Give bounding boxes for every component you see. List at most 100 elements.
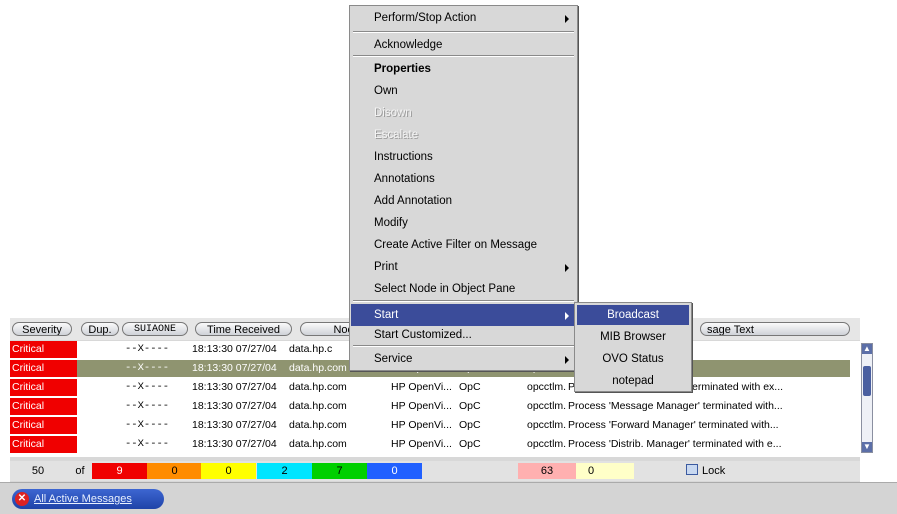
severity-count-2: 0 <box>201 463 256 479</box>
severity-count-0: 9 <box>92 463 147 479</box>
start-submenu: Broadcast MIB Browser OVO Status notepad <box>574 302 692 392</box>
menu-item-annotations[interactable]: Annotations <box>351 168 576 190</box>
application-cell: HP OpenVi... <box>391 400 452 412</box>
object-cell: opcctlm... <box>527 400 567 412</box>
lock-icon <box>686 464 698 475</box>
severity-count-1: 0 <box>147 463 202 479</box>
tab-label: All Active Messages <box>34 493 132 505</box>
message-group-cell: OpC <box>459 400 481 412</box>
severity-cell: Critical <box>10 417 77 434</box>
flags-cell: --X---- <box>125 362 170 374</box>
application-cell: HP OpenVi... <box>391 419 452 431</box>
severity-count-5: 0 <box>367 463 422 479</box>
menu-item-label: Start Customized... <box>374 329 472 341</box>
lock-checkbox[interactable]: Lock <box>686 463 746 479</box>
submenu-arrow-icon <box>565 312 569 320</box>
flags-cell: --X---- <box>125 419 170 431</box>
of-label: of <box>75 465 85 477</box>
menu-item-label: Own <box>374 85 398 97</box>
menu-item-label: Instructions <box>374 151 433 163</box>
message-text-cell: Process 'Distrib. Manager' terminated wi… <box>568 438 782 450</box>
message-text-cell: Process 'Message Manager' terminated wit… <box>568 400 783 412</box>
node-cell: data.hp.com <box>289 438 347 450</box>
menu-item-acknowledge[interactable]: Acknowledge <box>351 34 576 56</box>
time-received-cell: 18:13:30 07/27/04 <box>192 343 277 355</box>
vertical-scrollbar[interactable]: ▲ ▼ <box>861 343 873 453</box>
menu-item-label: Properties <box>374 63 431 75</box>
menu-item-modify[interactable]: Modify <box>351 212 576 234</box>
total-count: 50 <box>31 465 45 477</box>
flags-cell: --X---- <box>125 400 170 412</box>
message-group-cell: OpC <box>459 419 481 431</box>
menu-item-perform-stop-action[interactable]: Perform/Stop Action <box>351 7 576 29</box>
submenu-item-mib-browser[interactable]: MIB Browser <box>577 327 689 347</box>
object-cell: opcctlm... <box>527 419 567 431</box>
scroll-up-icon[interactable]: ▲ <box>862 344 872 354</box>
menu-item-label: Service <box>374 353 413 365</box>
column-header-flags[interactable]: SUIAONE <box>122 322 188 336</box>
menu-item-properties[interactable]: Properties <box>351 58 576 80</box>
menu-item-escalate: Escalate <box>351 124 576 146</box>
flags-cell: --X---- <box>125 343 170 355</box>
menu-item-label: Perform/Stop Action <box>374 12 477 24</box>
menu-item-label: Start <box>374 309 399 321</box>
scroll-down-icon[interactable]: ▼ <box>862 442 872 452</box>
menu-item-label: Escalate <box>374 129 419 141</box>
menu-separator <box>353 31 574 33</box>
severity-cell: Critical <box>10 379 77 396</box>
menu-item-service[interactable]: Service <box>351 348 576 370</box>
node-cell: data.hp.com <box>289 381 347 393</box>
table-row[interactable]: Critical --X---- 18:13:30 07/27/04 data.hp.… <box>10 436 850 453</box>
menu-item-select-node-in-object-pane[interactable]: Select Node in Object Pane <box>351 278 576 300</box>
column-header-dup[interactable]: Dup. <box>81 322 119 336</box>
time-received-cell: 18:13:30 07/27/04 <box>192 419 277 431</box>
context-menu: Perform/Stop Action Acknowledge Properties… <box>349 5 578 371</box>
severity-count-3: 2 <box>257 463 312 479</box>
severity-cell: Critical <box>10 341 77 358</box>
menu-item-start[interactable]: Start <box>351 304 576 326</box>
menu-item-label: Modify <box>374 217 408 229</box>
flags-cell: --X---- <box>125 381 170 393</box>
column-header-message-text[interactable]: sage Text <box>700 322 850 336</box>
menu-item-label: Print <box>374 261 398 273</box>
message-group-cell: OpC <box>459 438 481 450</box>
lock-label: Lock <box>702 465 726 477</box>
table-row[interactable]: Critical --X---- 18:13:30 07/27/04 data.hp.… <box>10 417 850 434</box>
severity-cell: Critical <box>10 360 77 377</box>
flags-cell: --X---- <box>125 438 170 450</box>
severity-cell: Critical <box>10 436 77 453</box>
tab-all-active-messages[interactable]: ✕ All Active Messages <box>12 489 164 509</box>
menu-item-label: Add Annotation <box>374 195 453 207</box>
menu-item-add-annotation[interactable]: Add Annotation <box>351 190 576 212</box>
menu-item-create-active-filter-on-message[interactable]: Create Active Filter on Message <box>351 234 576 256</box>
time-received-cell: 18:13:30 07/27/04 <box>192 362 277 374</box>
column-header-time-received[interactable]: Time Received <box>195 322 292 336</box>
menu-item-label: Acknowledge <box>374 39 443 51</box>
severity-count-4: 7 <box>312 463 367 479</box>
table-row[interactable]: Critical --X---- 18:13:30 07/27/04 data.hp.… <box>10 398 850 415</box>
submenu-item-ovo-status[interactable]: OVO Status <box>577 349 689 369</box>
time-received-cell: 18:13:30 07/27/04 <box>192 381 277 393</box>
submenu-arrow-icon <box>565 356 569 364</box>
column-header-severity[interactable]: Severity <box>12 322 72 336</box>
menu-item-instructions[interactable]: Instructions <box>351 146 576 168</box>
scroll-thumb[interactable] <box>863 366 871 396</box>
menu-item-own[interactable]: Own <box>351 80 576 102</box>
menu-item-start-customized[interactable]: Start Customized... <box>351 324 576 346</box>
node-cell: data.hp.com <box>289 419 347 431</box>
table-row[interactable]: Critical --X---- 18:13:30 07/27/04 data.hp.… <box>10 379 850 396</box>
object-cell: opcctlm... <box>527 381 567 393</box>
submenu-item-notepad[interactable]: notepad <box>577 371 689 391</box>
menu-item-label: Select Node in Object Pane <box>374 283 516 295</box>
menu-item-disown: Disown <box>351 102 576 124</box>
time-received-cell: 18:13:30 07/27/04 <box>192 400 277 412</box>
count-unacknowledged: 63 <box>518 463 576 479</box>
submenu-item-broadcast[interactable]: Broadcast <box>577 305 689 325</box>
submenu-arrow-icon <box>565 15 569 23</box>
message-group-cell: OpC <box>459 381 481 393</box>
close-icon[interactable]: ✕ <box>15 492 29 506</box>
severity-cell: Critical <box>10 398 77 415</box>
menu-separator <box>353 300 574 302</box>
menu-item-print[interactable]: Print <box>351 256 576 278</box>
severity-status-bar: 50 of 900270 63 0 Lock <box>10 461 860 481</box>
